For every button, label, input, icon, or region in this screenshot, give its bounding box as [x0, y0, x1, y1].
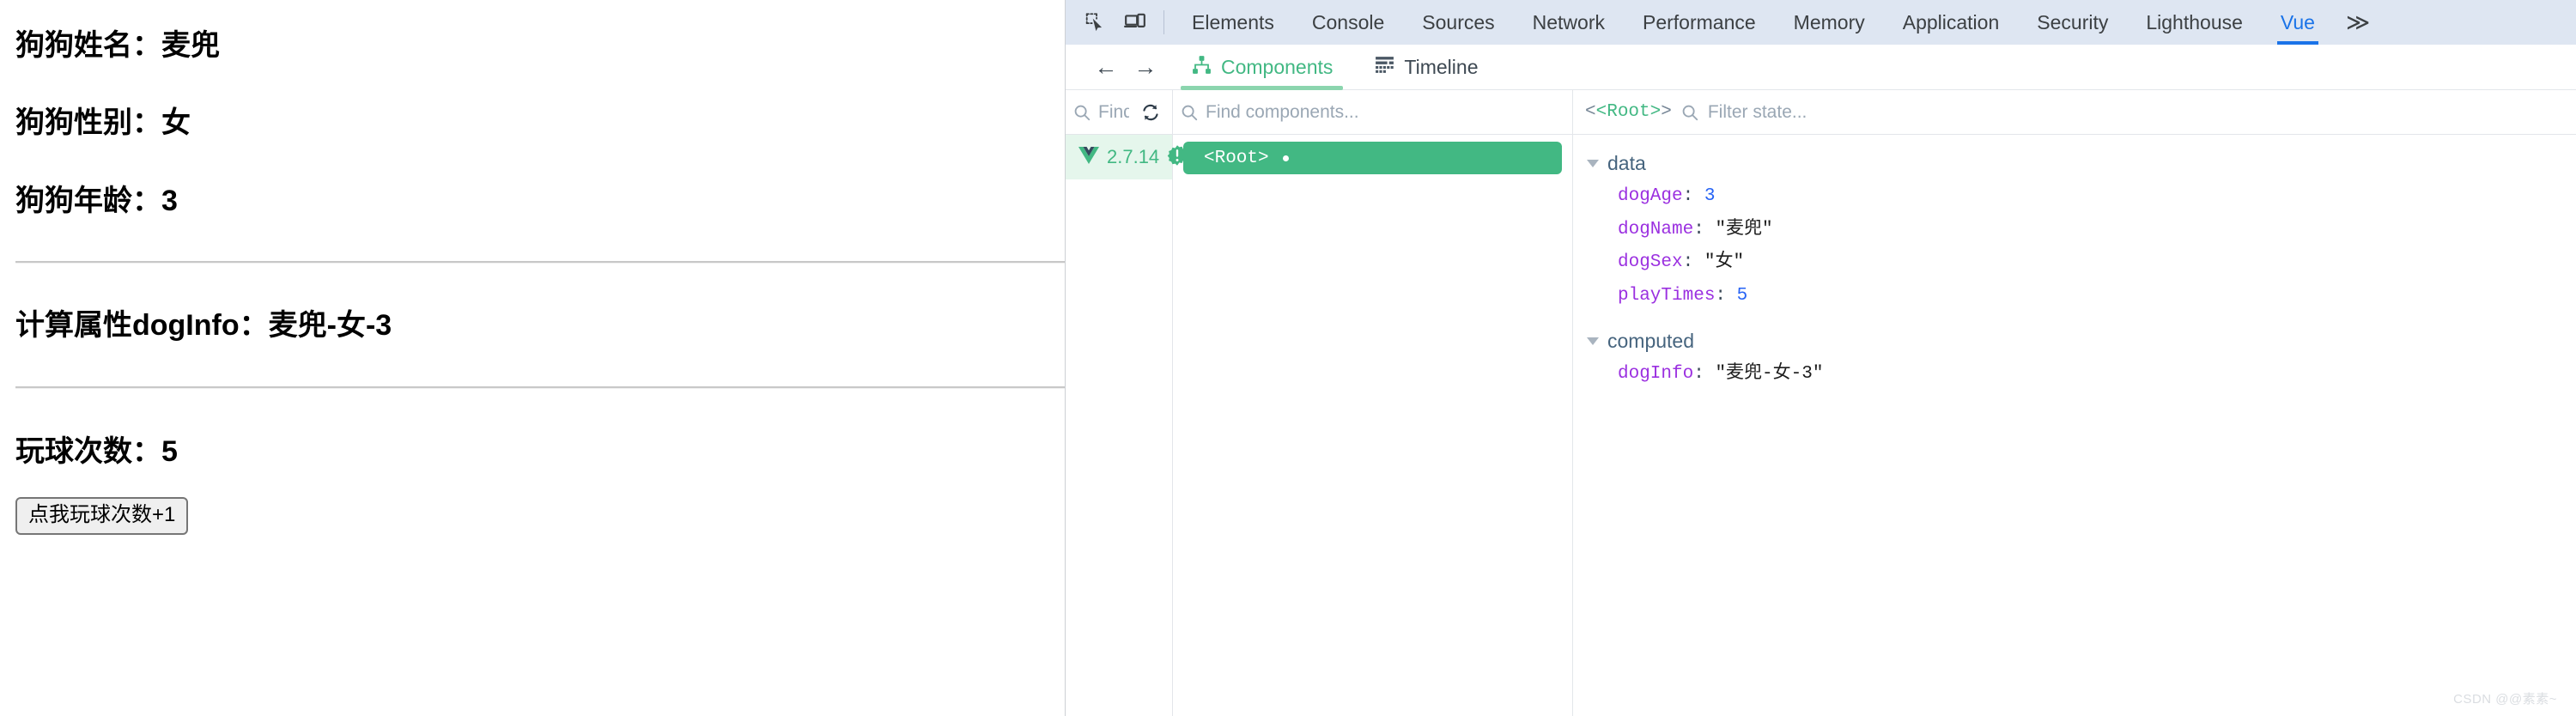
watermark: CSDN @@素素~ [2453, 692, 2557, 707]
tab-performance[interactable]: Performance [1624, 0, 1775, 45]
state-key: playTimes [1618, 285, 1716, 306]
chevron-down-icon[interactable] [1587, 160, 1599, 167]
tab-elements[interactable]: Elements [1173, 0, 1293, 45]
state-filter-input[interactable] [1707, 101, 2564, 123]
state-value: "女" [1704, 252, 1745, 273]
dog-sex-value: 女 [161, 106, 191, 139]
play-times-label: 玩球次数： [15, 435, 161, 468]
inspect-element-icon[interactable] [1076, 0, 1115, 45]
toolbar-divider [1163, 10, 1164, 34]
state-key: dogName [1618, 219, 1694, 240]
state-key: dogAge [1618, 186, 1683, 206]
back-arrow-icon[interactable]: ← [1086, 50, 1126, 84]
vue-devtools-toolbar: ← → Components Timeline [1066, 45, 2576, 90]
state-entry[interactable]: dogAge: 3 [1573, 180, 2576, 214]
state-group-computed-label: computed [1607, 330, 1695, 353]
vue-tab-timeline[interactable]: Timeline [1358, 45, 1493, 90]
dog-name-label: 狗狗姓名： [15, 29, 161, 62]
state-entry[interactable]: playTimes: 5 [1573, 280, 2576, 313]
state-group-computed[interactable]: computed [1573, 325, 2576, 358]
vue-devtools-body: 2.7.14 [1066, 90, 2576, 716]
app-search-row [1066, 90, 1172, 135]
search-icon [1072, 103, 1091, 122]
tab-application[interactable]: Application [1884, 0, 2019, 45]
divider-bottom [15, 386, 1065, 389]
app-search-input[interactable] [1098, 101, 1129, 123]
state-group-data-label: data [1607, 152, 1646, 174]
dog-sex-label: 狗狗性别： [15, 106, 161, 139]
tab-security[interactable]: Security [2018, 0, 2127, 45]
screenshot-root: 狗狗姓名：麦兜 狗狗性别：女 狗狗年龄：3 计算属性dogInfo：麦兜-女-3… [0, 0, 2576, 716]
state-value: "麦兜" [1715, 219, 1773, 240]
devtools-panel: Elements Console Sources Network Perform… [1065, 0, 2576, 716]
tab-memory[interactable]: Memory [1775, 0, 1884, 45]
vue-tab-components[interactable]: Components [1176, 45, 1348, 90]
vue-tab-components-label: Components [1221, 55, 1334, 78]
refresh-icon[interactable] [1136, 98, 1165, 127]
chevron-down-icon[interactable] [1587, 337, 1599, 346]
state-value: "麦兜-女-3" [1715, 364, 1824, 385]
tree-node-root-label: <Root> [1204, 148, 1269, 168]
app-selector-column: 2.7.14 [1066, 90, 1188, 716]
component-search-row [1173, 90, 1572, 135]
dog-name-value: 麦兜 [161, 29, 220, 62]
render-indicator-dot [1282, 155, 1289, 161]
selected-component-label: <<Root>> [1585, 102, 1672, 122]
state-value: 5 [1736, 285, 1748, 306]
state-inspector-column: <<Root>> data [1573, 90, 2576, 716]
dog-sex-line: 狗狗性别：女 [15, 108, 1049, 137]
state-tree: data dogAge: 3 dogName: "麦兜" dogSex: "女"… [1573, 135, 2576, 716]
forward-arrow-icon[interactable]: → [1126, 50, 1165, 84]
component-search-input[interactable] [1206, 101, 1565, 123]
search-icon [1680, 103, 1699, 122]
divider-top [15, 261, 1065, 264]
computed-doginfo-line: 计算属性dogInfo：麦兜-女-3 [15, 311, 1049, 340]
tab-network[interactable]: Network [1514, 0, 1624, 45]
component-tree-column: <Root> [1173, 90, 1573, 716]
tab-vue[interactable]: Vue [2262, 0, 2334, 45]
selected-component-name: <Root> [1595, 102, 1662, 122]
vue-tab-timeline-label: Timeline [1404, 55, 1479, 78]
rendered-webpage: 狗狗姓名：麦兜 狗狗性别：女 狗狗年龄：3 计算属性dogInfo：麦兜-女-3… [0, 0, 1065, 716]
dog-age-line: 狗狗年龄：3 [15, 186, 1049, 215]
state-key: dogSex [1618, 252, 1683, 273]
device-toolbar-icon[interactable] [1115, 0, 1155, 45]
state-entry[interactable]: dogSex: "女" [1573, 246, 2576, 280]
component-tree: <Root> [1173, 135, 1572, 716]
devtools-tab-list: Elements Console Sources Network Perform… [1173, 0, 2334, 45]
timeline-icon [1374, 54, 1395, 81]
vue-version-row[interactable]: 2.7.14 [1066, 135, 1188, 179]
play-times-line: 玩球次数：5 [15, 437, 1049, 466]
tab-lighthouse[interactable]: Lighthouse [2127, 0, 2262, 45]
play-times-value: 5 [161, 435, 178, 468]
component-tree-icon [1191, 54, 1212, 81]
dog-name-line: 狗狗姓名：麦兜 [15, 31, 1049, 60]
computed-doginfo-label: 计算属性dogInfo： [15, 309, 269, 342]
more-tabs-icon[interactable]: ≫ [2334, 9, 2382, 36]
state-key: dogInfo [1618, 364, 1694, 385]
tab-console[interactable]: Console [1293, 0, 1403, 45]
dog-age-label: 狗狗年龄： [15, 185, 161, 217]
state-header: <<Root>> [1573, 90, 2576, 135]
state-entry[interactable]: dogName: "麦兜" [1573, 214, 2576, 247]
tree-node-root[interactable]: <Root> [1183, 142, 1562, 174]
increment-play-times-button[interactable]: 点我玩球次数+1 [15, 497, 189, 535]
state-entry[interactable]: dogInfo: "麦兜-女-3" [1573, 358, 2576, 391]
tab-sources[interactable]: Sources [1403, 0, 1513, 45]
dog-age-value: 3 [161, 185, 178, 217]
state-group-data[interactable]: data [1573, 147, 2576, 180]
vue-logo-icon [1078, 146, 1100, 169]
devtools-tabbar: Elements Console Sources Network Perform… [1066, 0, 2576, 45]
search-icon [1180, 103, 1199, 122]
state-value: 3 [1704, 186, 1716, 206]
vue-version-label: 2.7.14 [1107, 146, 1160, 167]
computed-doginfo-value: 麦兜-女-3 [268, 309, 392, 342]
